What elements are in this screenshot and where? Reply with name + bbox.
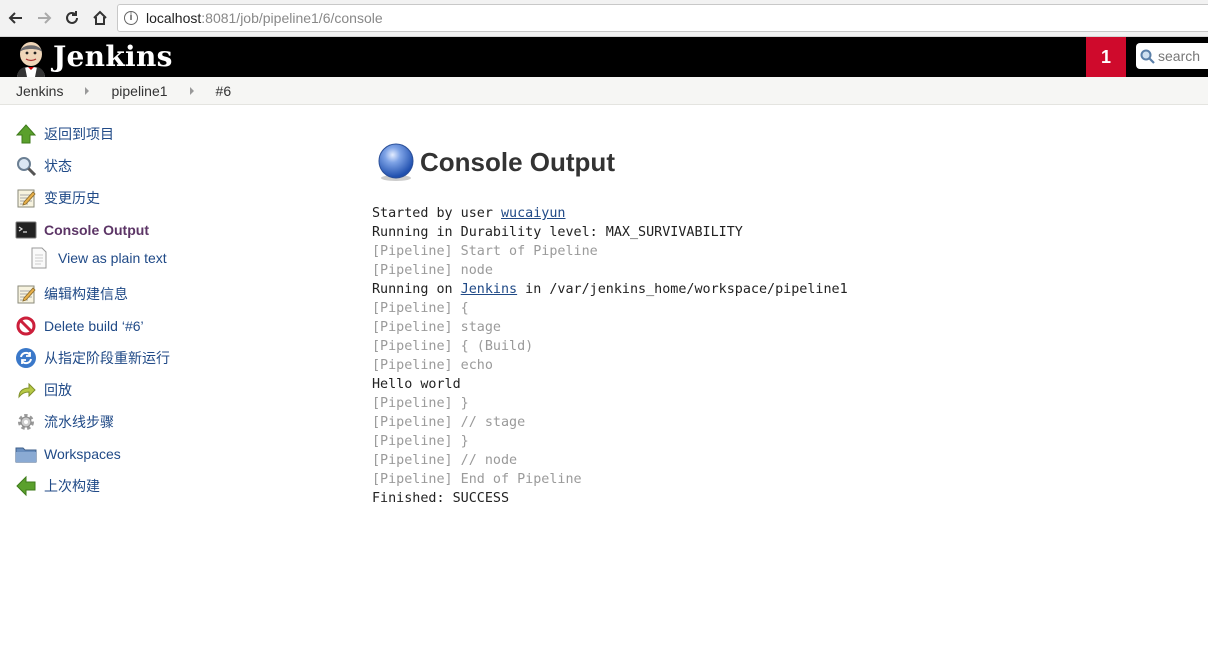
breadcrumb-build-6[interactable]: #6 [210, 83, 238, 99]
search-placeholder: search [1158, 48, 1201, 64]
task-edit-build-info[interactable]: 编辑构建信息 [14, 282, 128, 306]
task-replay[interactable]: 回放 [14, 378, 72, 402]
address-bar[interactable]: i localhost:8081/job/pipeline1/6/console [117, 4, 1208, 32]
breadcrumb-pipeline1[interactable]: pipeline1 [105, 83, 173, 99]
terminal-icon [14, 218, 38, 242]
console-line: [Pipeline] Start of Pipeline [372, 244, 598, 259]
back-button[interactable] [4, 6, 28, 30]
console-line: [Pipeline] // stage [372, 415, 526, 430]
task-label: 回放 [44, 382, 72, 398]
reload-icon [66, 11, 78, 24]
replay-arrow-icon [14, 378, 38, 402]
jenkins-title[interactable]: Jenkins [53, 40, 173, 73]
console-line: Hello world [372, 377, 461, 392]
forward-arrow-icon [38, 12, 52, 24]
console-line: [Pipeline] // node [372, 453, 518, 468]
task-label: 编辑构建信息 [44, 286, 128, 302]
console-text: in /var/jenkins_home/workspace/pipeline1 [517, 282, 848, 297]
task-label: 返回到项目 [44, 126, 114, 142]
no-entry-icon [14, 314, 38, 338]
url-path: :8081/job/pipeline1/6/console [201, 10, 383, 26]
left-arrow-icon [14, 474, 38, 498]
reload-button[interactable] [60, 6, 84, 30]
magnifier-icon [14, 154, 38, 178]
search-icon [1140, 49, 1155, 64]
search-input[interactable]: search [1136, 43, 1208, 69]
page-heading: Console Output [376, 142, 615, 182]
task-label: 从指定阶段重新运行 [44, 350, 170, 366]
task-label: Workspaces [44, 446, 121, 462]
back-arrow-icon [8, 12, 22, 24]
breadcrumb: Jenkins pipeline1 #6 [0, 77, 1208, 105]
refresh-icon [14, 346, 38, 370]
console-line: [Pipeline] { [372, 301, 469, 316]
folder-icon [14, 442, 38, 466]
task-label: Console Output [44, 222, 149, 238]
user-link[interactable]: wucaiyun [501, 206, 566, 221]
gear-icon [14, 410, 38, 434]
document-icon [30, 246, 48, 270]
task-label: Delete build ‘#6’ [44, 318, 144, 334]
task-label: 上次构建 [44, 478, 100, 494]
blue-ball-icon [378, 143, 414, 181]
home-button[interactable] [88, 6, 112, 30]
task-workspaces[interactable]: Workspaces [14, 442, 121, 466]
task-view-plain-text[interactable]: View as plain text [30, 246, 167, 270]
task-changes[interactable]: 变更历史 [14, 186, 100, 210]
console-line: Running on Jenkins in /var/jenkins_home/… [372, 280, 848, 299]
console-text: Started by user [372, 206, 501, 221]
console-line: [Pipeline] } [372, 396, 469, 411]
site-info-icon[interactable]: i [124, 11, 138, 25]
breadcrumb-jenkins[interactable]: Jenkins [10, 83, 69, 99]
task-back-to-project[interactable]: 返回到项目 [14, 122, 114, 146]
page-title: Console Output [420, 146, 615, 177]
console-output: Started by user wucaiyun Running in Durab… [372, 204, 848, 508]
console-line: Running in Durability level: MAX_SURVIVA… [372, 225, 743, 240]
task-pipeline-steps[interactable]: 流水线步骤 [14, 410, 114, 434]
node-link[interactable]: Jenkins [461, 282, 517, 297]
console-line: [Pipeline] End of Pipeline [372, 472, 582, 487]
forward-button[interactable] [32, 6, 56, 30]
console-line: Finished: SUCCESS [372, 491, 510, 506]
console-line: [Pipeline] } [372, 434, 469, 449]
console-line: [Pipeline] echo [372, 358, 493, 373]
console-line: [Pipeline] node [372, 263, 493, 278]
console-line: Started by user wucaiyun [372, 204, 848, 223]
console-text: Running on [372, 282, 461, 297]
jenkins-header: Jenkins 1 search [0, 37, 1208, 77]
task-delete-build[interactable]: Delete build ‘#6’ [14, 314, 144, 338]
notepad-icon [14, 186, 38, 210]
notepad-icon [14, 282, 38, 306]
task-label: 状态 [44, 158, 72, 174]
task-console-output[interactable]: Console Output [14, 218, 149, 242]
console-line: [Pipeline] { (Build) [372, 339, 534, 354]
breadcrumb-separator[interactable] [85, 86, 90, 95]
home-icon [93, 10, 107, 25]
up-arrow-icon [14, 122, 38, 146]
task-previous-build[interactable]: 上次构建 [14, 474, 100, 498]
browser-toolbar: i localhost:8081/job/pipeline1/6/console [0, 0, 1208, 37]
breadcrumb-separator[interactable] [189, 86, 194, 95]
task-label: 流水线步骤 [44, 414, 114, 430]
jenkins-butler-logo[interactable] [14, 40, 48, 77]
task-status[interactable]: 状态 [14, 154, 72, 178]
url-host: localhost [146, 10, 202, 26]
task-label: View as plain text [58, 250, 167, 266]
console-line: [Pipeline] stage [372, 320, 501, 335]
task-label: 变更历史 [44, 190, 100, 206]
notification-badge[interactable]: 1 [1086, 37, 1126, 77]
task-restart-from-stage[interactable]: 从指定阶段重新运行 [14, 346, 170, 370]
